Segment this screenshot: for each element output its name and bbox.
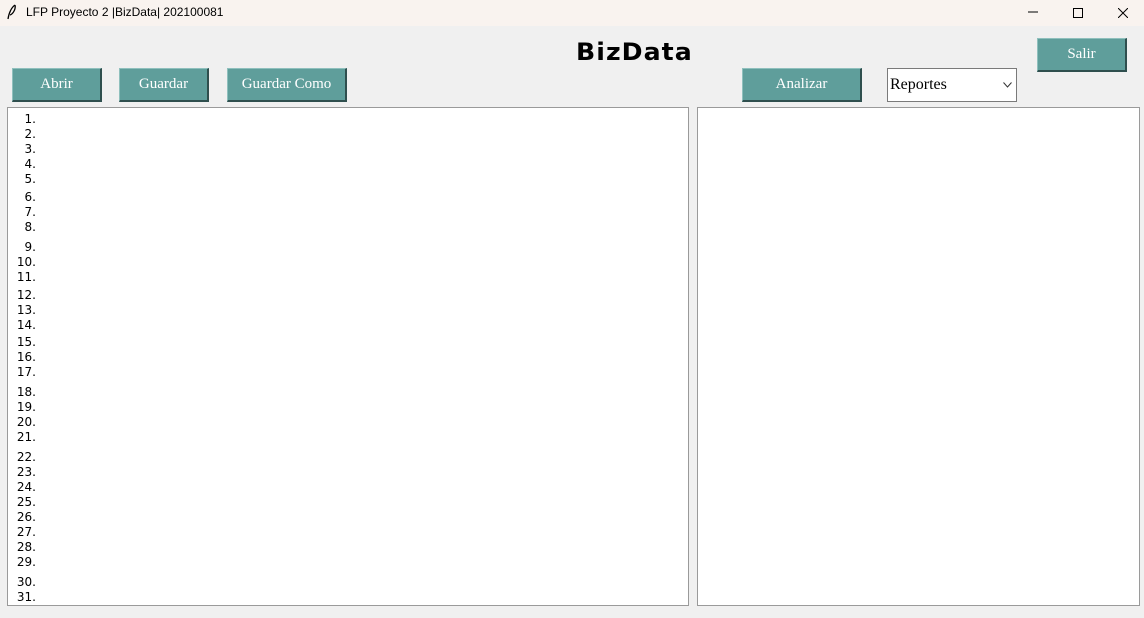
analyze-button[interactable]: Analizar	[742, 68, 862, 102]
maximize-icon	[1073, 8, 1083, 18]
title-bar: LFP Proyecto 2 |BizData| 202100081	[0, 0, 1144, 26]
line-number: 2.	[24, 127, 36, 141]
minimize-button[interactable]	[1010, 0, 1056, 26]
minimize-icon	[1028, 11, 1038, 13]
line-number: 21.	[16, 430, 36, 444]
line-number: 3.	[24, 142, 36, 156]
line-number: 6.	[24, 190, 36, 204]
line-number: 24.	[16, 480, 36, 494]
close-icon	[1118, 8, 1128, 18]
reports-select[interactable]: Reportes	[887, 68, 1017, 102]
code-editor[interactable]: 1. 2. 3. 4. 5. 6. 7. 8. 9. 10. 11. 12. 13. 14. 15. 16. 1…	[7, 107, 689, 606]
close-button[interactable]	[1100, 0, 1144, 26]
line-number: 20.	[16, 415, 36, 429]
line-number: 29.	[16, 555, 36, 569]
maximize-button[interactable]	[1055, 0, 1101, 26]
feather-icon	[7, 4, 17, 20]
line-number: 14.	[16, 318, 36, 332]
line-number: 19.	[16, 400, 36, 414]
line-number: 10.	[16, 255, 36, 269]
line-number: 1.	[24, 112, 36, 126]
app-heading: BizData	[576, 38, 693, 66]
line-number: 18.	[16, 385, 36, 399]
save-button[interactable]: Guardar	[119, 68, 209, 102]
chevron-down-icon	[1003, 82, 1012, 88]
line-number: 28.	[16, 540, 36, 554]
line-number: 23.	[16, 465, 36, 479]
line-number: 25.	[16, 495, 36, 509]
line-number: 27.	[16, 525, 36, 539]
window-title: LFP Proyecto 2 |BizData| 202100081	[26, 5, 224, 19]
line-number: 30.	[16, 575, 36, 589]
line-number-gutter: 1. 2. 3. 4. 5. 6. 7. 8. 9. 10. 11. 12. 13. 14. 15. 16. 1…	[8, 108, 42, 605]
line-number: 17.	[16, 365, 36, 379]
line-number: 22.	[16, 450, 36, 464]
exit-button[interactable]: Salir	[1037, 38, 1127, 72]
save-as-button[interactable]: Guardar Como	[227, 68, 347, 102]
line-number: 15.	[16, 335, 36, 349]
line-number: 13.	[16, 303, 36, 317]
line-number: 4.	[24, 157, 36, 171]
line-number: 12.	[16, 288, 36, 302]
line-number: 31.	[16, 590, 36, 604]
reports-select-value: Reportes	[890, 76, 947, 93]
line-number: 7.	[24, 205, 36, 219]
line-number: 5.	[24, 172, 36, 186]
output-panel[interactable]	[697, 107, 1140, 606]
line-number: 9.	[24, 240, 36, 254]
line-number: 8.	[24, 220, 36, 234]
line-number: 11.	[16, 270, 36, 284]
open-button[interactable]: Abrir	[12, 68, 102, 102]
line-number: 26.	[16, 510, 36, 524]
line-number: 16.	[16, 350, 36, 364]
